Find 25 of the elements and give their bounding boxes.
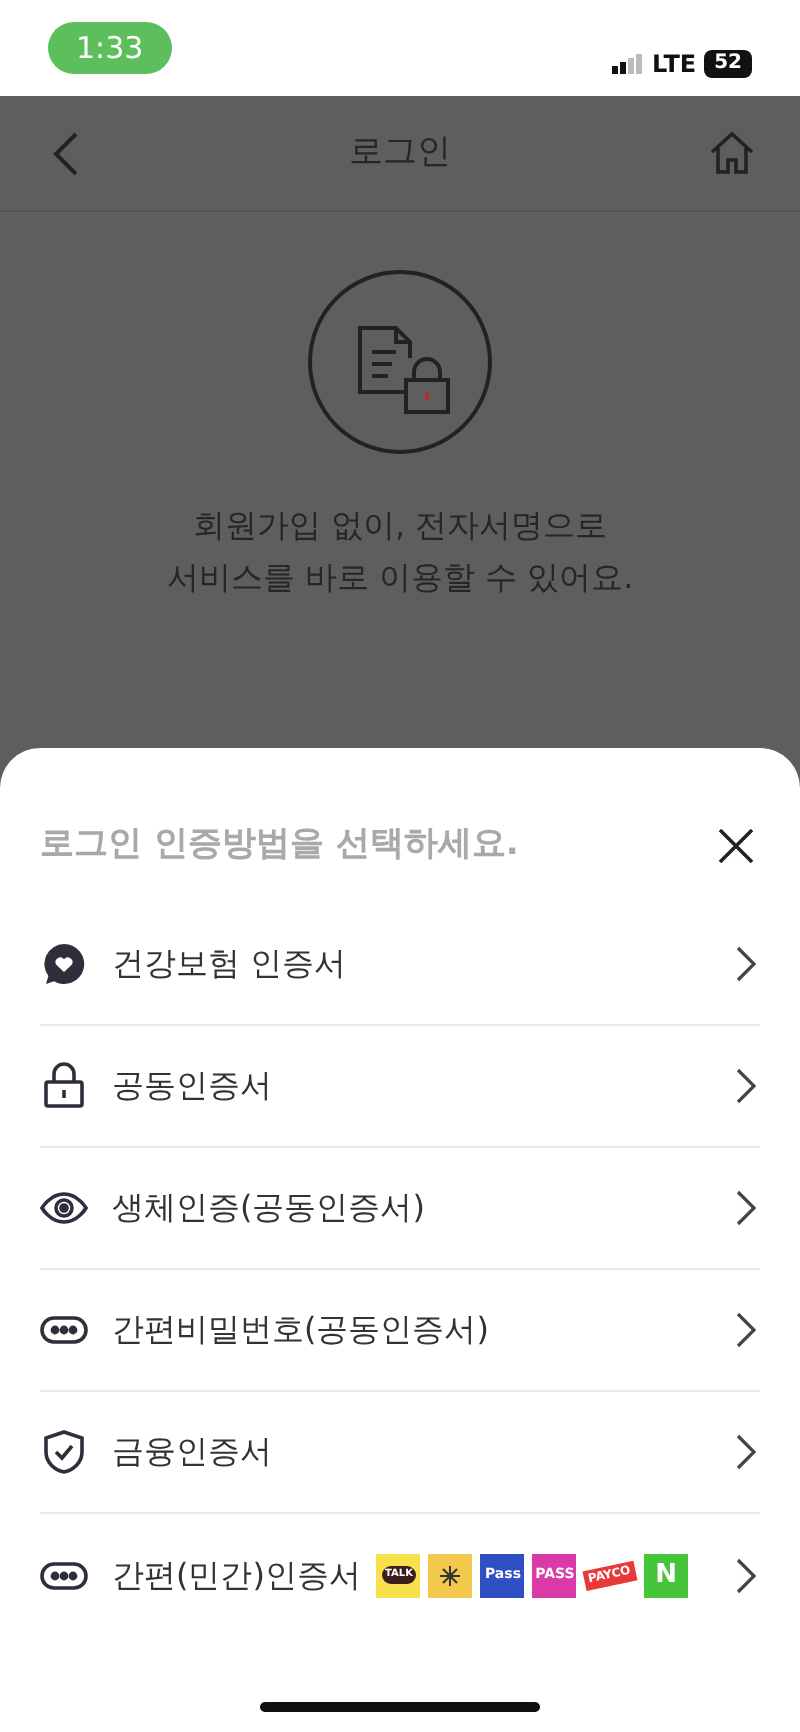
signal-icon [612, 54, 645, 74]
sheet-title: 로그인 인증방법을 선택하세요. [40, 822, 519, 869]
auth-option[interactable]: 금융인증서 [40, 1392, 760, 1514]
auth-option[interactable]: 건강보험 인증서 [40, 904, 760, 1026]
auth-option[interactable]: 생체인증(공동인증서) [40, 1148, 760, 1270]
chevron-right-icon [736, 1068, 756, 1104]
heart-bubble-icon [40, 940, 88, 988]
home-icon [708, 129, 756, 177]
chevron-right-icon [736, 1557, 756, 1593]
signed-document-icon [306, 268, 494, 456]
chevron-right-icon [736, 1434, 756, 1470]
brand-logo: N [644, 1553, 689, 1597]
auth-option[interactable]: 간편비밀번호(공동인증서) [40, 1270, 760, 1392]
chevron-right-icon [736, 1312, 756, 1348]
status-time: 1:33 [48, 21, 172, 75]
page-title: 로그인 [349, 129, 451, 176]
lock-icon [40, 1062, 88, 1110]
shield-check-icon [40, 1428, 88, 1476]
intro-message: 회원가입 없이, 전자서명으로 서비스를 바로 이용할 수 있어요. [166, 504, 634, 600]
close-icon [716, 826, 756, 866]
battery-level: 52 [704, 50, 752, 78]
chevron-right-icon [736, 1190, 756, 1226]
auth-option[interactable]: 공동인증서 [40, 1026, 760, 1148]
chevron-right-icon [736, 946, 756, 982]
network-label: LTE [652, 48, 697, 82]
